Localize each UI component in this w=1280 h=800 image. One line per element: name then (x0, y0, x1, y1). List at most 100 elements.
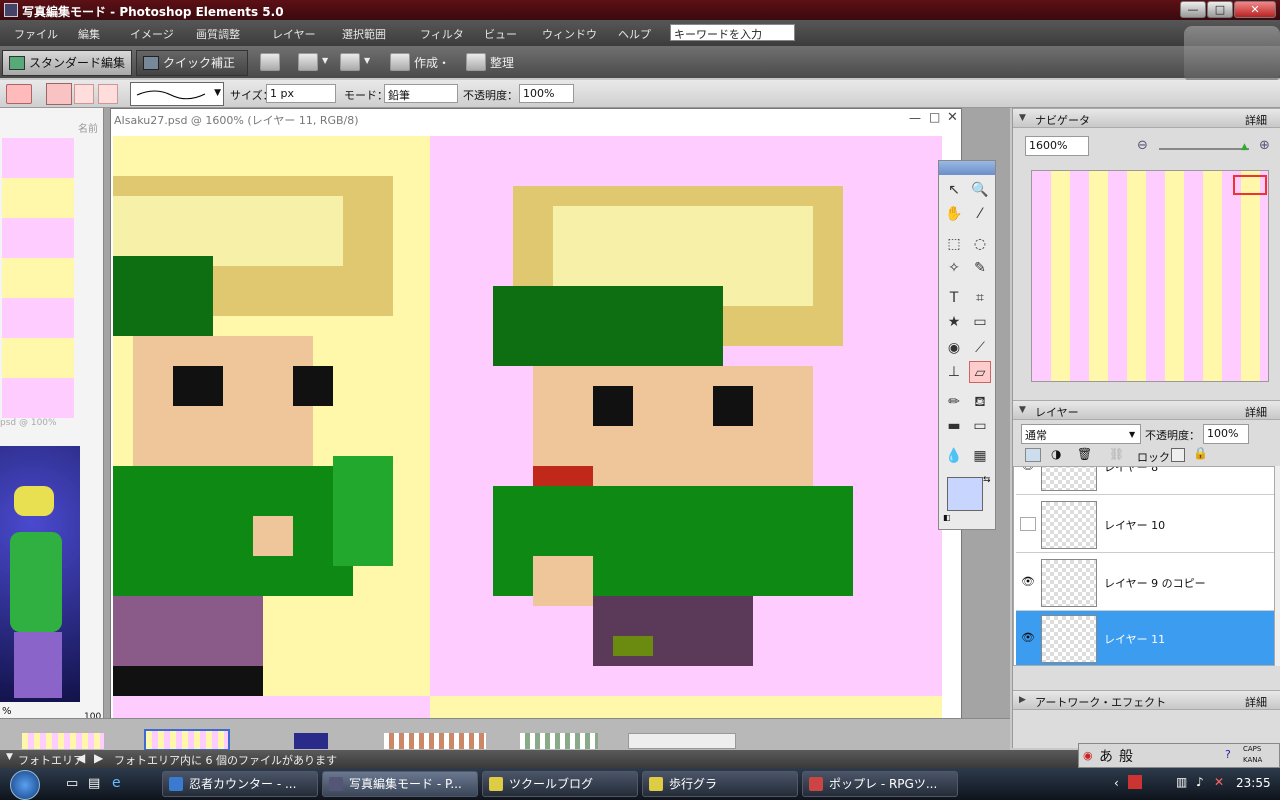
next-photo-icon[interactable]: ▶ (94, 751, 103, 765)
foreground-color-swatch[interactable] (947, 477, 983, 511)
quick-launch-desktop-icon[interactable]: ▭ (66, 776, 78, 791)
taskbar-item-ninja-counter[interactable]: 忍者カウンター - ... (162, 771, 318, 797)
network-icon[interactable]: ▥ (1176, 775, 1187, 789)
lock-all-icon[interactable]: 🔒 (1193, 446, 1208, 460)
adjustment-layer-icon[interactable]: ◑ (1051, 447, 1061, 461)
red-eye-tool-icon[interactable]: ◉ (943, 337, 965, 359)
print-icon[interactable] (260, 53, 280, 71)
tray-alert-icon[interactable]: ✕ (1214, 775, 1224, 789)
clone-stamp-icon[interactable]: ⊥ (943, 361, 965, 383)
taskbar-item-tkool-blog[interactable]: ツクールブログ (482, 771, 638, 797)
blend-mode-dropdown-icon[interactable]: ▼ (1129, 430, 1135, 439)
photo-thumb-active[interactable] (144, 729, 230, 751)
menu-file[interactable]: ファイル (14, 26, 58, 42)
clock[interactable]: 23:55 (1236, 776, 1271, 790)
layer-opacity-input[interactable]: 100% (1203, 424, 1249, 444)
menu-filter[interactable]: フィルタ (420, 26, 464, 42)
organize-button[interactable]: 整理 (490, 54, 514, 71)
layer-row[interactable]: 👁 レイヤー 8 (1016, 467, 1274, 495)
menu-window[interactable]: ウィンドウ (542, 26, 597, 42)
doc-close-button[interactable]: ✕ (947, 110, 958, 125)
navigator-zoom-input[interactable]: 1600% (1025, 136, 1089, 156)
ime-input-mode[interactable]: あ (1099, 746, 1113, 766)
opacity-input[interactable]: 100% (519, 84, 574, 103)
pencil-tool-icon[interactable]: ✏ (943, 391, 965, 413)
new-layer-icon[interactable] (1025, 448, 1041, 462)
artwork-more-button[interactable]: 詳細 (1245, 694, 1267, 710)
navigator-zoom-slider[interactable] (1159, 148, 1249, 150)
eraser-option-icon[interactable] (46, 83, 72, 105)
tab-quick-fix[interactable]: クイック補正 (136, 50, 248, 76)
brush-preset-picker[interactable]: ▼ (130, 82, 224, 106)
blend-mode-select[interactable]: 通常 (1021, 424, 1141, 444)
photo-area-toggle-icon[interactable]: ▼ (6, 752, 13, 762)
selection-brush-icon[interactable]: ✎ (969, 257, 991, 279)
layer-row[interactable]: 👁 レイヤー 9 のコピー (1016, 555, 1274, 611)
size-input[interactable]: 1 px (266, 84, 336, 103)
secondary-image-window[interactable]: 名前 psd @ 100% % 100 (0, 108, 104, 722)
previous-photo-icon[interactable]: ◀ (76, 751, 85, 765)
gradient-tool-icon[interactable]: ▬ (943, 415, 965, 437)
ime-help-icon[interactable]: ? (1225, 748, 1231, 761)
marquee-tool-icon[interactable]: ⬚ (943, 233, 965, 255)
brush-dropdown-icon[interactable]: ▼ (214, 88, 221, 98)
order-prints-icon[interactable] (340, 53, 360, 71)
doc-minimize-button[interactable]: — (909, 111, 921, 125)
paint-bucket-icon[interactable]: ⛾ (969, 391, 991, 413)
type-tool-icon[interactable]: T (943, 287, 965, 309)
volume-icon[interactable]: ♪ (1196, 775, 1204, 789)
create-button[interactable]: 作成・ (414, 54, 450, 71)
move-tool-icon[interactable]: ↖ (943, 179, 965, 201)
layer-visibility-off-icon[interactable] (1020, 517, 1036, 531)
navigator-preview[interactable] (1031, 170, 1269, 382)
taskbar-item-photoshop[interactable]: 写真編集モード - P... (322, 771, 478, 797)
magic-eraser-icon[interactable] (98, 84, 118, 104)
tray-expand-icon[interactable]: ‹ (1114, 776, 1119, 790)
shape-fill-icon[interactable]: ▭ (969, 415, 991, 437)
minimize-button[interactable]: — (1180, 1, 1206, 18)
layers-header[interactable]: ▼ レイヤー 詳細 (1013, 400, 1280, 420)
zoom-out-icon[interactable]: ⊖ (1137, 138, 1148, 153)
photo-thumb[interactable] (384, 733, 486, 749)
quick-launch-switch-icon[interactable]: ▤ (88, 776, 100, 791)
ime-icon[interactable]: ◉ (1083, 749, 1093, 762)
artwork-header[interactable]: ▶ アートワーク・エフェクト 詳細 (1013, 690, 1280, 710)
menu-edit[interactable]: 編集 (78, 26, 100, 42)
cookie-cutter-icon[interactable]: ▭ (969, 311, 991, 333)
layers-collapse-icon[interactable]: ▼ (1019, 405, 1026, 415)
spot-healing-icon[interactable]: ⟋ (969, 337, 991, 359)
menu-view[interactable]: ビュー (484, 26, 517, 42)
zoom-in-icon[interactable]: ⊕ (1259, 138, 1270, 153)
zoom-slider-thumb[interactable]: ▲ (1241, 142, 1248, 152)
start-button[interactable] (2, 768, 54, 800)
image-canvas[interactable] (113, 136, 942, 718)
close-button[interactable]: ✕ (1234, 1, 1276, 18)
navigator-collapse-icon[interactable]: ▼ (1019, 113, 1026, 123)
lock-transparent-icon[interactable] (1171, 448, 1185, 462)
photo-thumb[interactable] (520, 733, 598, 749)
mode-select[interactable]: 鉛筆 (384, 84, 458, 103)
crop-tool-icon[interactable]: ⌗ (969, 287, 991, 309)
taskbar-item-walk-graphics[interactable]: 歩行グラ (642, 771, 798, 797)
navigator-more-button[interactable]: 詳細 (1245, 112, 1267, 128)
background-eraser-icon[interactable] (74, 84, 94, 104)
menu-help[interactable]: ヘルプ (618, 26, 651, 42)
navigator-view-box[interactable] (1233, 175, 1267, 195)
lasso-tool-icon[interactable]: ◌ (969, 233, 991, 255)
default-colors-icon[interactable]: ◧ (943, 513, 951, 522)
artwork-expand-icon[interactable]: ▶ (1019, 695, 1026, 705)
keyword-search-input[interactable]: キーワードを入力 (670, 24, 795, 41)
layer-row-selected[interactable]: 👁 レイヤー 11 (1016, 611, 1274, 665)
delete-layer-icon[interactable]: 🗑 (1077, 447, 1092, 461)
menu-enhance[interactable]: 画質調整 (196, 26, 240, 42)
create-icon[interactable] (390, 53, 410, 71)
magic-wand-tool-icon[interactable]: ✧ (943, 257, 965, 279)
maximize-button[interactable]: □ (1207, 1, 1233, 18)
shape-tool-icon[interactable]: ★ (943, 311, 965, 333)
photo-thumb[interactable] (294, 733, 328, 749)
eraser-tool-selected-icon[interactable]: ▱ (969, 361, 991, 383)
taskbar-item-popre[interactable]: ポップレ - RPGツ... (802, 771, 958, 797)
blur-tool-icon[interactable]: 💧 (943, 445, 965, 467)
share-dropdown-icon[interactable]: ▼ (322, 56, 328, 65)
menu-select[interactable]: 選択範囲 (342, 26, 386, 42)
